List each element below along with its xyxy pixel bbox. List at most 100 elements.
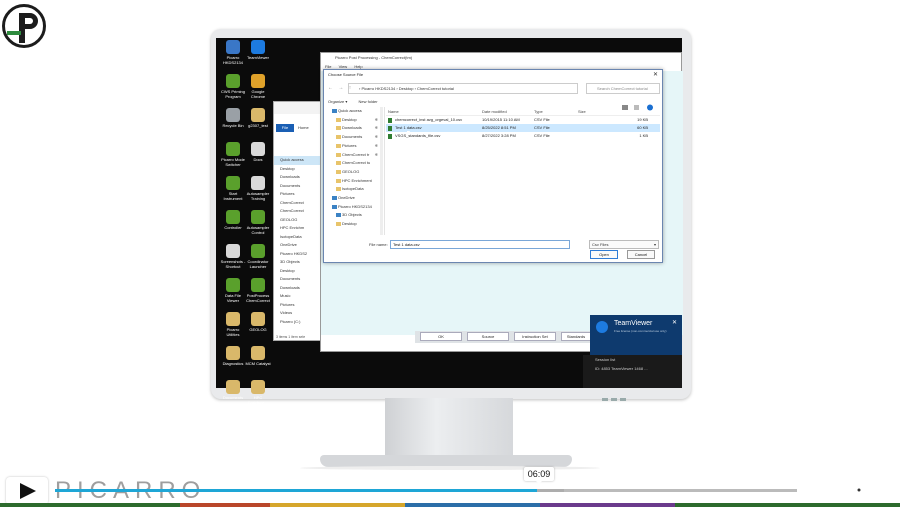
filename-label: File name: — [369, 242, 388, 247]
file-row[interactable]: VSGS_standards_file.csv 8/27/2022 3:28 PM… — [386, 132, 660, 140]
instruction-set-button[interactable]: Instruction Set — [514, 332, 556, 341]
nav-item[interactable]: Desktop — [328, 220, 380, 229]
explorer-nav-item[interactable]: GEOLOG — [274, 216, 320, 225]
desktop-icon[interactable]: Controller — [220, 210, 246, 230]
nav-item[interactable]: Documents ✱ — [328, 133, 380, 142]
choose-source-file-dialog[interactable]: Choose Source File ✕ ← → ↑ › Picarro HKD… — [323, 69, 663, 263]
nav-item[interactable]: ChemCorrect tu — [328, 159, 380, 168]
search-box[interactable]: Search ChemCorrect tutorial — [586, 83, 660, 94]
nav-item[interactable]: Picarro HKDS2134 — [328, 203, 380, 212]
teamviewer-panel[interactable]: TeamViewer Free license (non-commercial … — [590, 315, 682, 359]
new-folder-button[interactable]: New folder — [358, 99, 377, 104]
nav-scrollbar[interactable] — [380, 107, 383, 235]
explorer-nav-item[interactable]: Downloads — [274, 173, 320, 182]
desktop-icon[interactable]: Recycle Bin — [220, 108, 246, 128]
desktop-icon[interactable]: Data File Viewer — [220, 278, 246, 303]
play-button[interactable] — [6, 477, 48, 505]
desktop-icon[interactable]: Google Chrome — [245, 74, 271, 99]
desktop-icon-label: Docs — [253, 157, 263, 162]
desktop-icon[interactable]: PostProcess ChemCorrect — [245, 278, 271, 303]
desktop-icon[interactable]: Diagnostics — [220, 346, 246, 366]
nav-item[interactable]: IsotopeData — [328, 185, 380, 194]
col-name[interactable]: Name — [388, 107, 399, 116]
organize-button[interactable]: Organize ▾ — [328, 99, 347, 104]
desktop-icon[interactable]: CWS Priming Program — [220, 74, 246, 99]
explorer-nav-item[interactable]: Picarro (C:) — [274, 318, 320, 327]
app-icon — [226, 40, 240, 54]
desktop-icon[interactable]: HPC Enrichme... — [245, 380, 271, 405]
explorer-nav-item[interactable]: ChemCorrect — [274, 199, 320, 208]
nav-item[interactable]: GEOLOG — [328, 168, 380, 177]
teamviewer-session-panel[interactable]: Session list ID: 4853 TeamViewer 1468 ..… — [583, 355, 682, 388]
desktop-icon[interactable]: GEOLOG — [245, 312, 271, 332]
file-row[interactable]: Test 1 data.csv 8/25/2022 8:51 PM CSV File… — [386, 124, 660, 132]
explorer-nav-item[interactable]: ChemCorrect — [274, 207, 320, 216]
teamviewer-logo-icon — [596, 321, 608, 333]
filetype-select[interactable]: Csv Files ▾ — [589, 240, 659, 249]
desktop-icon[interactable]: Documents — [220, 380, 246, 400]
explorer-nav-item[interactable]: Videos — [274, 309, 320, 318]
explorer-nav-item[interactable]: Documents — [274, 275, 320, 284]
nav-item[interactable]: 3D Objects — [328, 211, 380, 220]
nav-item[interactable]: Desktop ✱ — [328, 116, 380, 125]
nav-item[interactable]: OneDrive — [328, 194, 380, 203]
file-explorer-window[interactable]: File Home Quick access Desktop Downloads Do… — [273, 101, 321, 341]
fullscreen-icon[interactable] — [876, 482, 892, 498]
desktop-icon-label: Recycle Bin — [222, 123, 244, 128]
folder-icon — [332, 109, 337, 113]
desktop-icon[interactable]: MCM Catalyst — [245, 346, 271, 366]
desktop-icon[interactable]: TeamViewer — [245, 40, 271, 60]
nav-item[interactable]: Downloads ✱ — [328, 124, 380, 133]
desktop-icon[interactable]: g2307_test — [245, 108, 271, 128]
explorer-nav-item[interactable]: HPC Enrichm — [274, 224, 320, 233]
desktop-icon-label: HPC Enrichme... — [247, 395, 269, 405]
explorer-nav-item[interactable]: Picarro HKDS2 — [274, 250, 320, 259]
explorer-nav-item[interactable]: Desktop — [274, 165, 320, 174]
settings-icon[interactable] — [851, 482, 867, 498]
explorer-nav-item[interactable]: Pictures — [274, 190, 320, 199]
desktop-icon[interactable]: Autosampler Training — [245, 176, 271, 201]
filename-input[interactable]: Test 1 data.csv — [390, 240, 570, 249]
file-row[interactable]: chemcorrect_inst avg_orgeval_10.csv 10/19… — [386, 116, 660, 124]
explorer-nav-item[interactable]: Music — [274, 292, 320, 301]
explorer-nav-item[interactable]: Pictures — [274, 301, 320, 310]
col-date[interactable]: Date modified — [482, 107, 507, 116]
standards-button[interactable]: Standards — [561, 332, 591, 341]
col-size[interactable]: Size — [578, 107, 586, 116]
cancel-button[interactable]: Cancel — [627, 250, 655, 259]
volume-icon[interactable] — [803, 482, 819, 498]
desktop-icon[interactable]: Docs — [245, 142, 271, 162]
view-icons[interactable] — [620, 98, 656, 111]
nav-item[interactable]: Pictures ✱ — [328, 142, 380, 151]
explorer-nav-item[interactable]: Quick access — [274, 156, 320, 165]
desktop-icon[interactable]: Picarro Utilities — [220, 312, 246, 337]
source-button[interactable]: Source — [467, 332, 509, 341]
explorer-file-tab[interactable]: File — [276, 124, 294, 132]
explorer-nav-item[interactable]: OneDrive — [274, 241, 320, 250]
desktop-icon-label: Picarro Mode Switcher — [221, 157, 245, 167]
col-type[interactable]: Type — [534, 107, 543, 116]
ok-button[interactable]: OK — [420, 332, 462, 341]
explorer-nav-item[interactable]: Downloads — [274, 284, 320, 293]
desktop-icon[interactable]: Autosampler Control — [245, 210, 271, 235]
desktop-icon[interactable]: Start Instrument — [220, 176, 246, 201]
seek-bar[interactable] — [55, 489, 797, 492]
nav-item[interactable]: HPC Enrichment — [328, 177, 380, 186]
explorer-nav-item[interactable]: 3D Objects — [274, 258, 320, 267]
dialog-close-icon[interactable]: ✕ — [653, 70, 658, 80]
desktop-icon[interactable]: Picarro Mode Switcher — [220, 142, 246, 167]
explorer-nav-item[interactable]: Desktop — [274, 267, 320, 276]
explorer-home-tab[interactable]: Home — [298, 124, 309, 132]
captions-icon[interactable]: CC — [827, 484, 843, 496]
session-item[interactable]: ID: 4853 TeamViewer 1468 ... — [583, 364, 682, 373]
desktop-icon[interactable]: Picarro HKDS2134 — [220, 40, 246, 65]
desktop-icon[interactable]: Coordinator Launcher — [245, 244, 271, 269]
nav-item[interactable]: Quick access — [328, 107, 380, 116]
teamviewer-close-icon[interactable]: ✕ — [672, 320, 677, 326]
desktop-icon[interactable]: Screenshots - Shortcut — [220, 244, 246, 269]
nav-item[interactable]: ChemCorrect tr ✱ — [328, 151, 380, 160]
open-button[interactable]: Open — [590, 250, 618, 259]
explorer-nav-item[interactable]: IsotopeData — [274, 233, 320, 242]
explorer-nav-item[interactable]: Documents — [274, 182, 320, 191]
address-bar[interactable]: › Picarro HKDS2134 › Desktop › ChemCorre… — [348, 83, 578, 94]
